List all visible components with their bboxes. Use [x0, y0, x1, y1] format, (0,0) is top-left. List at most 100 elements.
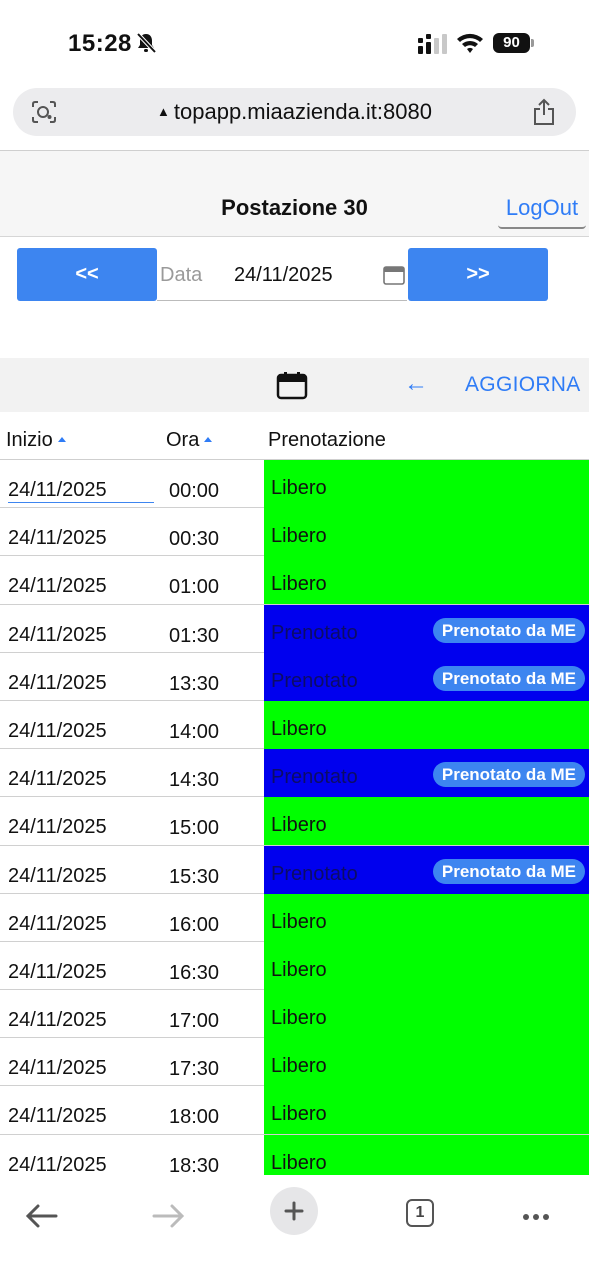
- table-row[interactable]: 24/11/2025 17:00 Libero: [0, 990, 589, 1039]
- logout-button[interactable]: LogOut: [498, 193, 586, 229]
- cell-reservation-status[interactable]: Libero: [264, 893, 589, 942]
- cell-time: 16:30: [169, 961, 220, 984]
- cell-reservation-status[interactable]: Libero: [264, 941, 589, 990]
- table-row[interactable]: 24/11/2025 00:00 Libero: [0, 460, 589, 509]
- booked-by-me-badge: Prenotato da ME: [432, 665, 585, 691]
- new-tab-button[interactable]: [270, 1187, 318, 1235]
- table-row[interactable]: 24/11/2025 17:30 Libero: [0, 1038, 589, 1087]
- date-field[interactable]: Data 24/11/2025: [157, 248, 407, 301]
- more-icon[interactable]: [512, 1187, 560, 1235]
- status-time: 15:28: [68, 30, 132, 57]
- cell-time: 17:00: [169, 1010, 220, 1033]
- cellular-signal-icon: [418, 34, 447, 54]
- bell-slash-icon: [136, 32, 157, 54]
- previous-day-button[interactable]: <<: [17, 248, 157, 301]
- cell-reservation-status[interactable]: Prenotato Prenotato da ME: [264, 749, 589, 798]
- cell-reservation-status[interactable]: Libero: [264, 460, 589, 508]
- address-bar[interactable]: ▲ topapp.miaazienda.it:8080: [13, 88, 576, 136]
- cell-time: 01:30: [169, 624, 220, 647]
- browser-toolbar: 1: [0, 1175, 589, 1280]
- plus-icon: [284, 1201, 304, 1221]
- cell-start-date: 24/11/2025: [8, 1153, 107, 1175]
- table-row[interactable]: 24/11/2025 15:00 Libero: [0, 797, 589, 846]
- url-text: topapp.miaazienda.it:8080: [173, 99, 432, 124]
- booked-by-me-badge: Prenotato da ME: [432, 617, 585, 643]
- table-row[interactable]: 24/11/2025 18:30 Libero: [0, 1134, 589, 1175]
- status-text: Prenotato: [271, 669, 358, 692]
- cell-start-date: 24/11/2025: [8, 719, 107, 742]
- table-row[interactable]: 24/11/2025 01:30 Prenotato Prenotato da ME: [0, 604, 589, 653]
- cell-start-date: 24/11/2025: [8, 1057, 107, 1080]
- sort-ascending-icon: [57, 437, 66, 442]
- cell-reservation-status[interactable]: Libero: [264, 1086, 589, 1135]
- status-text: Prenotato: [271, 862, 358, 885]
- next-day-button[interactable]: >>: [408, 248, 548, 301]
- forward-arrow-icon[interactable]: [144, 1187, 192, 1235]
- cell-reservation-status[interactable]: Libero: [264, 508, 589, 557]
- cell-start-date: 24/11/2025: [8, 768, 107, 791]
- refresh-button[interactable]: AGGIORNA: [465, 373, 581, 397]
- cell-reservation-status[interactable]: Libero: [264, 556, 589, 605]
- cell-start-date: 24/11/2025: [8, 1009, 107, 1032]
- share-icon[interactable]: [532, 98, 556, 126]
- cell-time: 18:00: [169, 1106, 220, 1129]
- cell-reservation-status[interactable]: Libero: [264, 1134, 589, 1175]
- table-row[interactable]: 24/11/2025 16:30 Libero: [0, 941, 589, 991]
- date-field-value[interactable]: 24/11/2025: [234, 264, 333, 287]
- cell-start-date[interactable]: 24/11/2025: [8, 479, 154, 503]
- web-page: Postazione 30 LogOut << Data 24/11/2025 …: [0, 150, 589, 1175]
- url-display[interactable]: ▲ topapp.miaazienda.it:8080: [13, 99, 576, 125]
- table-row[interactable]: 24/11/2025 18:00 Libero: [0, 1086, 589, 1135]
- cell-reservation-status[interactable]: Prenotato Prenotato da ME: [264, 845, 589, 894]
- column-label: Inizio: [6, 429, 53, 451]
- status-text: Libero: [271, 910, 327, 933]
- lock-icon: ▲: [157, 104, 170, 119]
- calendar-icon[interactable]: [276, 372, 308, 400]
- back-arrow-button[interactable]: ←: [404, 370, 428, 398]
- cell-reservation-status[interactable]: Prenotato Prenotato da ME: [264, 604, 589, 653]
- status-text: Libero: [271, 1055, 327, 1078]
- cell-time: 00:30: [169, 528, 220, 551]
- cell-time: 18:30: [169, 1154, 220, 1175]
- cell-reservation-status[interactable]: Prenotato Prenotato da ME: [264, 652, 589, 701]
- table-row[interactable]: 24/11/2025 13:30 Prenotato Prenotato da ME: [0, 652, 589, 701]
- cell-time: 00:00: [169, 480, 220, 502]
- table-row[interactable]: 24/11/2025 15:30 Prenotato Prenotato da ME: [0, 845, 589, 894]
- status-text: Libero: [271, 573, 327, 596]
- cell-reservation-status[interactable]: Libero: [264, 990, 589, 1039]
- cell-time: 14:30: [169, 769, 220, 792]
- tabs-button[interactable]: 1: [396, 1187, 444, 1235]
- cell-time: 15:00: [169, 817, 220, 840]
- cell-start-date: 24/11/2025: [8, 671, 107, 694]
- table-row[interactable]: 24/11/2025 01:00 Libero: [0, 556, 589, 605]
- tabs-icon: 1: [406, 1199, 434, 1227]
- cell-start-date: 24/11/2025: [8, 1105, 107, 1128]
- cell-reservation-status[interactable]: Libero: [264, 700, 589, 749]
- back-arrow-icon[interactable]: [18, 1187, 66, 1235]
- page-header: Postazione 30 LogOut: [0, 151, 589, 237]
- cell-start-date: 24/11/2025: [8, 527, 107, 550]
- status-text: Libero: [271, 1151, 327, 1174]
- status-text: Prenotato: [271, 621, 358, 644]
- cell-reservation-status[interactable]: Libero: [264, 797, 589, 846]
- battery-level: 90: [493, 33, 530, 53]
- column-header-prenotazione: Prenotazione: [268, 429, 386, 452]
- date-navigation: << Data 24/11/2025 >>: [0, 248, 589, 302]
- cell-time: 14:00: [169, 720, 220, 743]
- calendar-icon[interactable]: [383, 265, 405, 285]
- table-row[interactable]: 24/11/2025 16:00 Libero: [0, 893, 589, 942]
- table-row[interactable]: 24/11/2025 14:00 Libero: [0, 700, 589, 750]
- status-text: Libero: [271, 1103, 327, 1126]
- booked-by-me-badge: Prenotato da ME: [432, 858, 585, 884]
- status-text: Libero: [271, 958, 327, 981]
- battery-icon: 90: [493, 33, 535, 53]
- cell-reservation-status[interactable]: Libero: [264, 1038, 589, 1087]
- table-row[interactable]: 24/11/2025 14:30 Prenotato Prenotato da ME: [0, 749, 589, 798]
- table-header: Inizio Ora Prenotazione: [0, 412, 589, 460]
- column-header-ora[interactable]: Ora: [166, 429, 213, 452]
- date-field-label: Data: [160, 264, 203, 286]
- status-text: Libero: [271, 525, 327, 548]
- cell-time: 17:30: [169, 1058, 220, 1081]
- table-row[interactable]: 24/11/2025 00:30 Libero: [0, 508, 589, 557]
- column-header-inizio[interactable]: Inizio: [6, 429, 66, 452]
